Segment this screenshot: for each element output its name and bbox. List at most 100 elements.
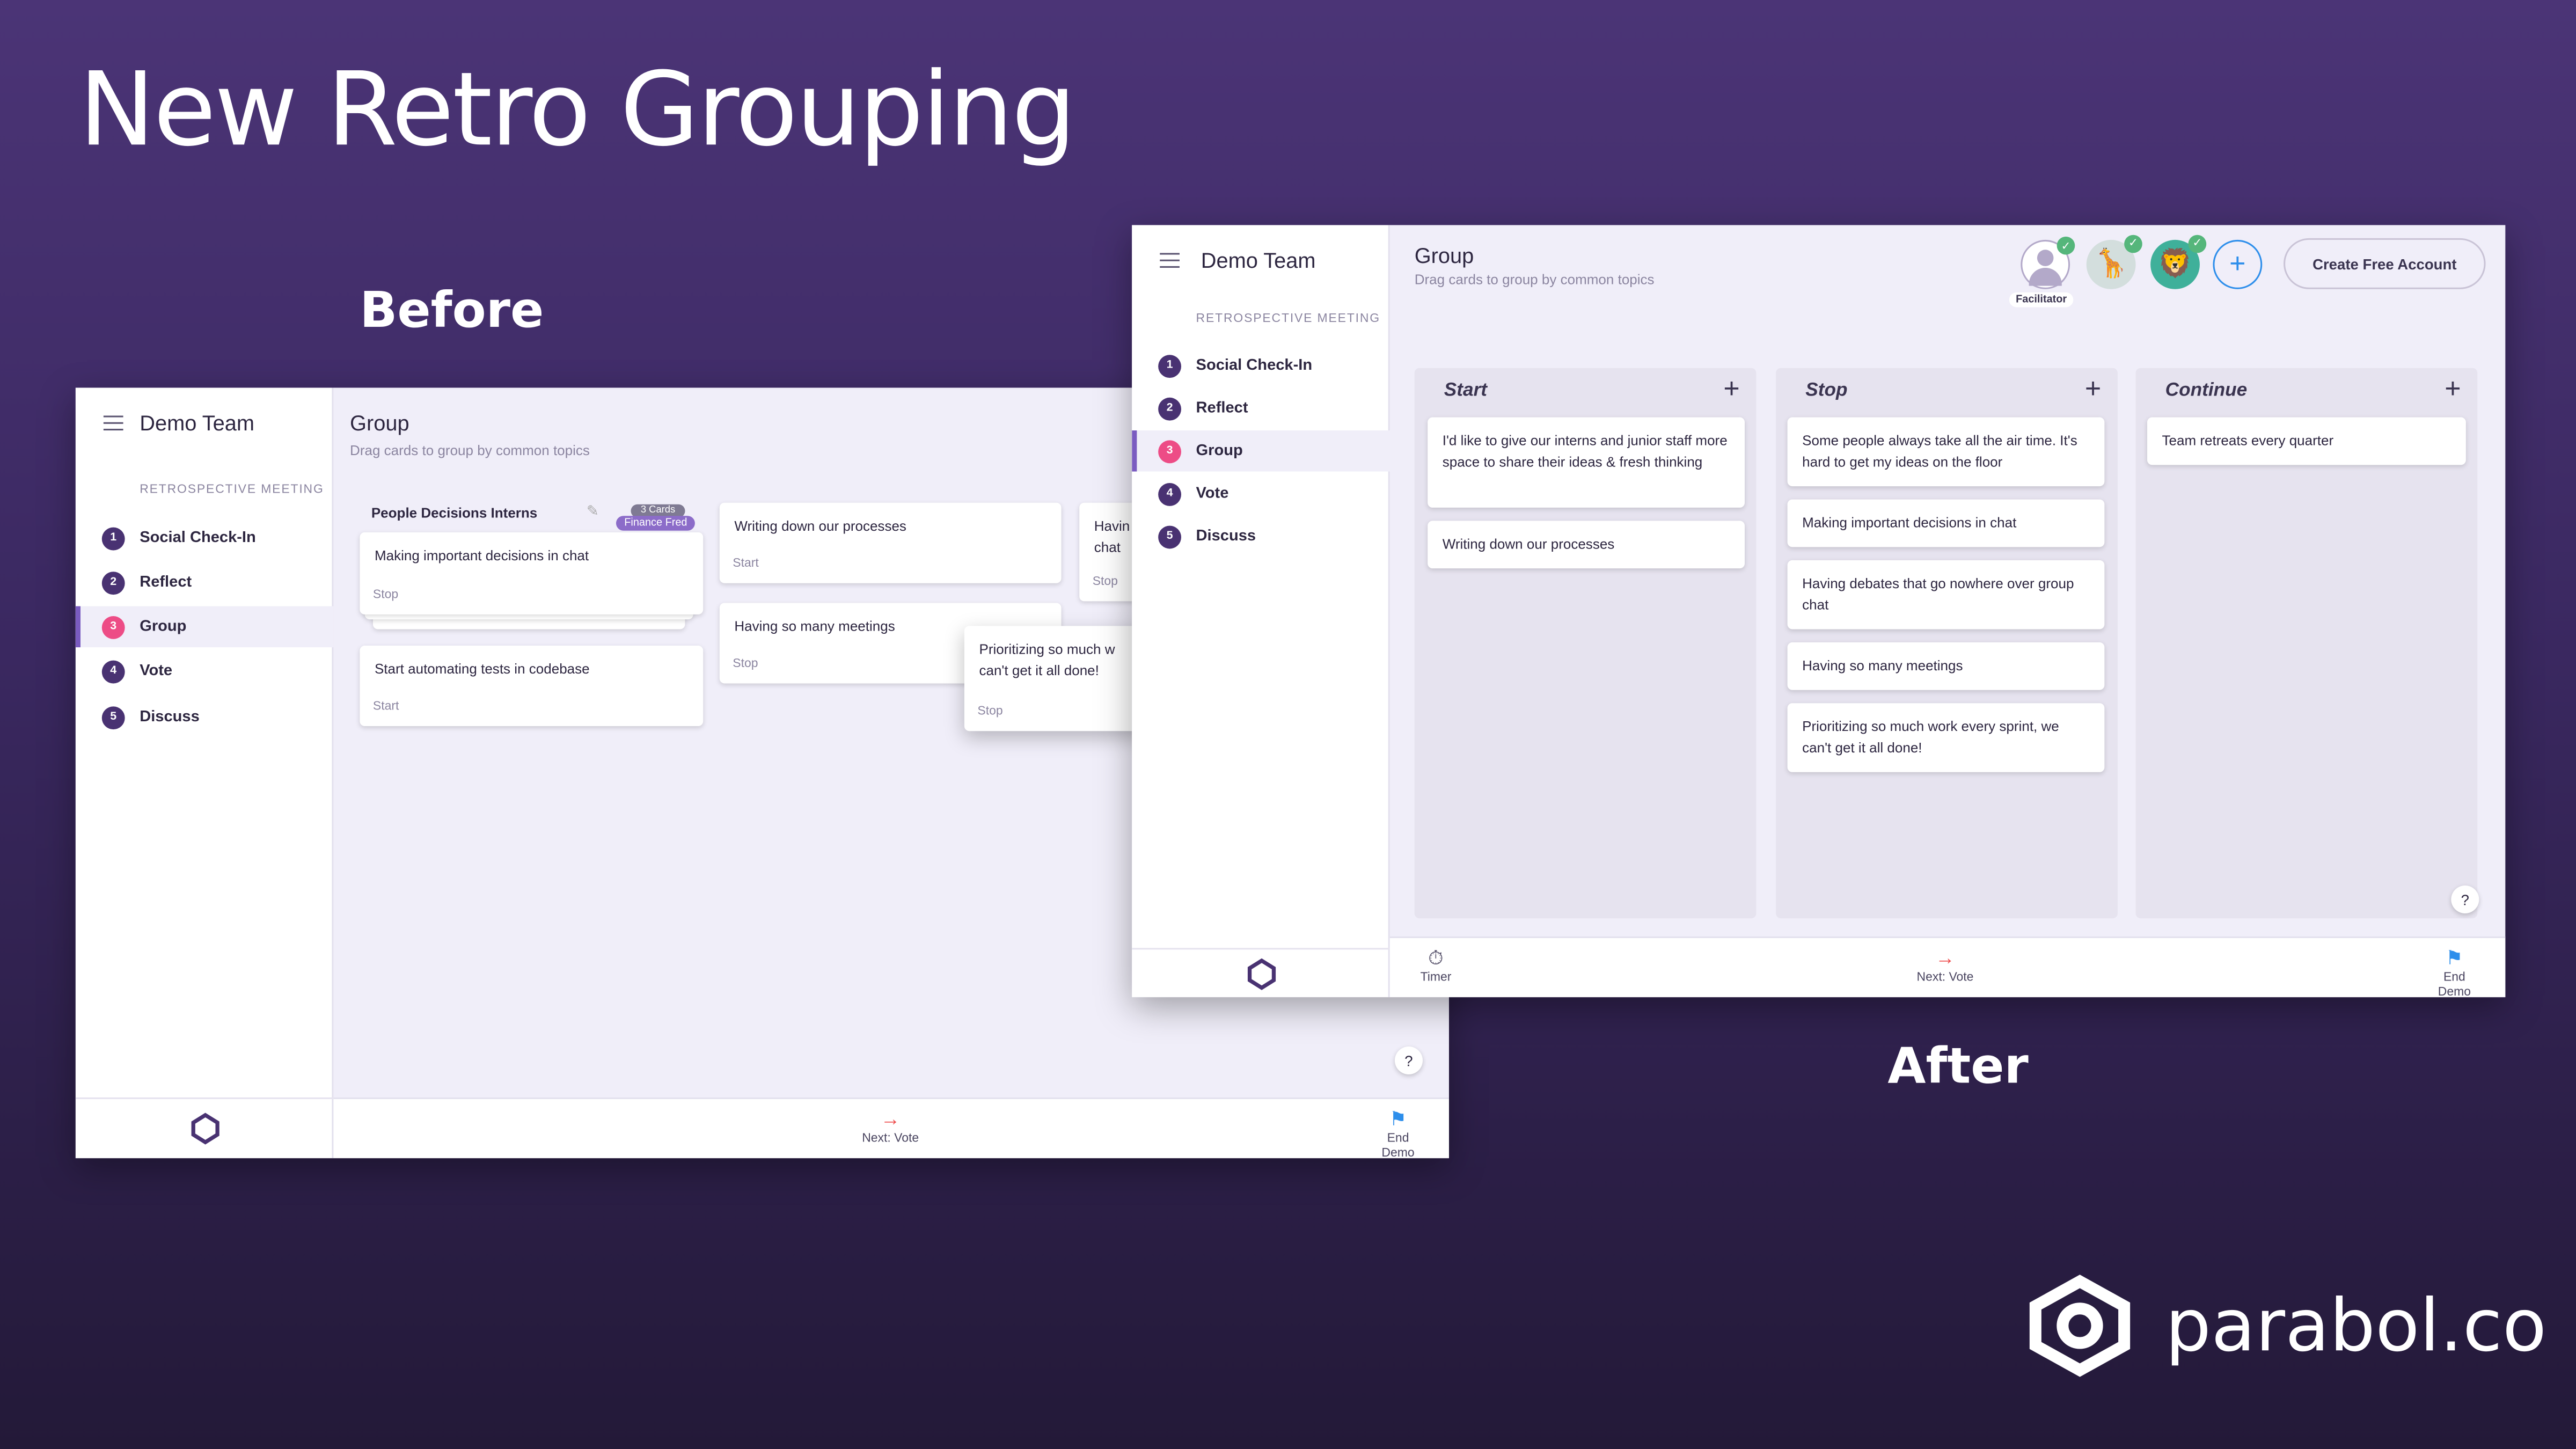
before-label: Before <box>360 282 544 340</box>
sidebar-item-vote[interactable]: 4 Vote <box>1132 473 1390 515</box>
after-label: After <box>1887 1038 2029 1096</box>
card-tag: Start <box>372 698 399 713</box>
page-title: Group <box>350 411 409 436</box>
step-number: 2 <box>1158 397 1182 420</box>
page-subtitle: Drag cards to group by common topics <box>1414 271 1655 288</box>
section-label: RETROSPECTIVE MEETING <box>140 481 324 496</box>
parabol-logo-icon <box>191 1113 219 1145</box>
parabol-logo-icon <box>2029 1275 2131 1377</box>
arrow-right-icon: → <box>880 1107 901 1131</box>
menu-icon[interactable] <box>103 415 123 431</box>
reflection-card[interactable]: Making important decisions in chat <box>1787 499 2105 547</box>
brand: parabol.co <box>2021 1271 2546 1380</box>
help-icon[interactable]: ? <box>1394 1046 1423 1075</box>
facilitator-avatar[interactable]: ✓ <box>2021 236 2075 289</box>
card-text: Prioritizing so much w can't get it all … <box>979 640 1115 679</box>
flag-icon: ⚑ <box>1389 1107 1407 1131</box>
reflection-card[interactable]: Having debates that go nowhere over grou… <box>1787 560 2105 630</box>
page-title: Group <box>1414 243 1474 268</box>
column-title: Start <box>1444 381 1488 401</box>
hero-title: New Retro Grouping <box>78 49 1076 170</box>
help-icon[interactable]: ? <box>2451 885 2479 914</box>
sidebar-item-label: Reflect <box>1196 399 1248 418</box>
sidebar-item-group[interactable]: 3 Group <box>1132 430 1390 472</box>
sidebar-item-social-check-in[interactable]: 1 Social Check-In <box>1132 345 1390 386</box>
sidebar: Demo Team RETROSPECTIVE MEETING 1 Social … <box>75 387 334 1159</box>
end-label: End Demo <box>2438 969 2471 998</box>
card-tag: Start <box>733 555 759 570</box>
step-number: 5 <box>101 705 125 729</box>
sidebar-item-label: Discuss <box>140 708 200 727</box>
check-icon: ✓ <box>2124 235 2142 253</box>
step-number: 5 <box>1158 525 1182 548</box>
create-account-button[interactable]: Create Free Account <box>2284 238 2486 289</box>
parabol-logo-icon <box>1247 957 1275 990</box>
giraffe-avatar[interactable]: 🦒 ✓ <box>2086 235 2142 289</box>
sidebar-item-label: Social Check-In <box>1196 356 1313 375</box>
add-card-icon[interactable]: + <box>2085 373 2101 406</box>
sidebar-item-reflect[interactable]: 2 Reflect <box>76 562 334 603</box>
sidebar-item-discuss[interactable]: 5 Discuss <box>76 697 334 738</box>
next-label: Next: Vote <box>1916 969 1974 984</box>
timer-button[interactable]: ⏱ Timer <box>1420 946 1452 984</box>
sidebar-item-vote[interactable]: 4 Vote <box>76 650 334 692</box>
reflection-card[interactable]: Writing down our processes <box>1428 521 1745 569</box>
card-tag: Stop <box>1092 573 1118 588</box>
sidebar-item-label: Reflect <box>140 573 192 592</box>
card-tag: Stop <box>977 703 1003 718</box>
reflection-card[interactable]: Prioritizing so much work every sprint, … <box>1787 703 2105 772</box>
sidebar-footer <box>1132 948 1390 997</box>
edit-icon[interactable]: ✎ <box>587 503 599 521</box>
sidebar-item-label: Vote <box>1196 485 1229 503</box>
check-icon: ✓ <box>2057 236 2075 255</box>
next-label: Next: Vote <box>862 1130 919 1145</box>
add-card-icon[interactable]: + <box>1723 373 1739 406</box>
reflection-card[interactable]: Writing down our processes Start <box>719 502 1062 583</box>
step-number: 2 <box>101 570 125 594</box>
sidebar-item-discuss[interactable]: 5 Discuss <box>1132 516 1390 557</box>
lion-avatar[interactable]: 🦁 ✓ <box>2150 235 2207 289</box>
card-text: Havin chat <box>1094 517 1130 555</box>
step-number: 4 <box>101 660 125 683</box>
column-start: Start + I'd like to give our interns and… <box>1414 368 1757 919</box>
after-window: Demo Team RETROSPECTIVE MEETING 1 Social … <box>1132 225 2506 998</box>
menu-icon[interactable] <box>1160 253 1180 268</box>
group-title[interactable]: People Decisions Interns <box>371 504 537 521</box>
card-text: Start automating tests in codebase <box>374 660 590 677</box>
timer-icon: ⏱ <box>1428 946 1444 970</box>
next-vote-button[interactable]: → Next: Vote <box>862 1107 919 1145</box>
sidebar-item-reflect[interactable]: 2 Reflect <box>1132 387 1390 429</box>
add-card-icon[interactable]: + <box>2445 373 2461 406</box>
check-icon: ✓ <box>2188 235 2207 253</box>
sidebar-item-label: Discuss <box>1196 527 1256 546</box>
sidebar: Demo Team RETROSPECTIVE MEETING 1 Social … <box>1132 225 1390 998</box>
column-title: Stop <box>1805 381 1848 401</box>
sidebar-item-group[interactable]: 3 Group <box>75 606 334 648</box>
step-number: 1 <box>1158 354 1182 377</box>
reflection-card[interactable]: Team retreats every quarter <box>2147 417 2466 465</box>
sidebar-item-social-check-in[interactable]: 1 Social Check-In <box>76 517 334 559</box>
reflection-card[interactable]: Having so many meetings <box>1787 642 2105 690</box>
end-demo-button[interactable]: ⚑ End Demo <box>1373 1107 1424 1159</box>
column-continue: Continue + Team retreats every quarter <box>2135 368 2478 919</box>
page-subtitle: Drag cards to group by common topics <box>350 442 590 459</box>
add-participant-button[interactable]: + <box>2213 239 2263 289</box>
sidebar-item-label: Group <box>140 618 187 636</box>
step-number: 1 <box>101 526 125 550</box>
reflection-card[interactable]: I'd like to give our interns and junior … <box>1428 417 1745 508</box>
timer-label: Timer <box>1420 969 1452 984</box>
end-demo-button[interactable]: ⚑ End Demo <box>2429 946 2480 998</box>
card-text: Having so many meetings <box>734 618 895 634</box>
team-name: Demo Team <box>140 411 255 436</box>
next-vote-button[interactable]: → Next: Vote <box>1916 946 1974 984</box>
dragged-card[interactable]: Prioritizing so much w can't get it all … <box>964 626 1145 731</box>
end-label: End Demo <box>1381 1130 1415 1159</box>
flag-icon: ⚑ <box>2445 946 2463 970</box>
card-text: Writing down our processes <box>734 517 906 534</box>
arrow-right-icon: → <box>1935 946 1955 970</box>
reflection-card[interactable]: Start automating tests in codebase Start <box>360 646 704 727</box>
reflection-card[interactable]: Some people always take all the air time… <box>1787 417 2105 487</box>
group-card[interactable]: Making important decisions in chat Stop <box>360 532 704 614</box>
step-number: 4 <box>1158 482 1182 506</box>
card-tag: Stop <box>372 586 399 602</box>
